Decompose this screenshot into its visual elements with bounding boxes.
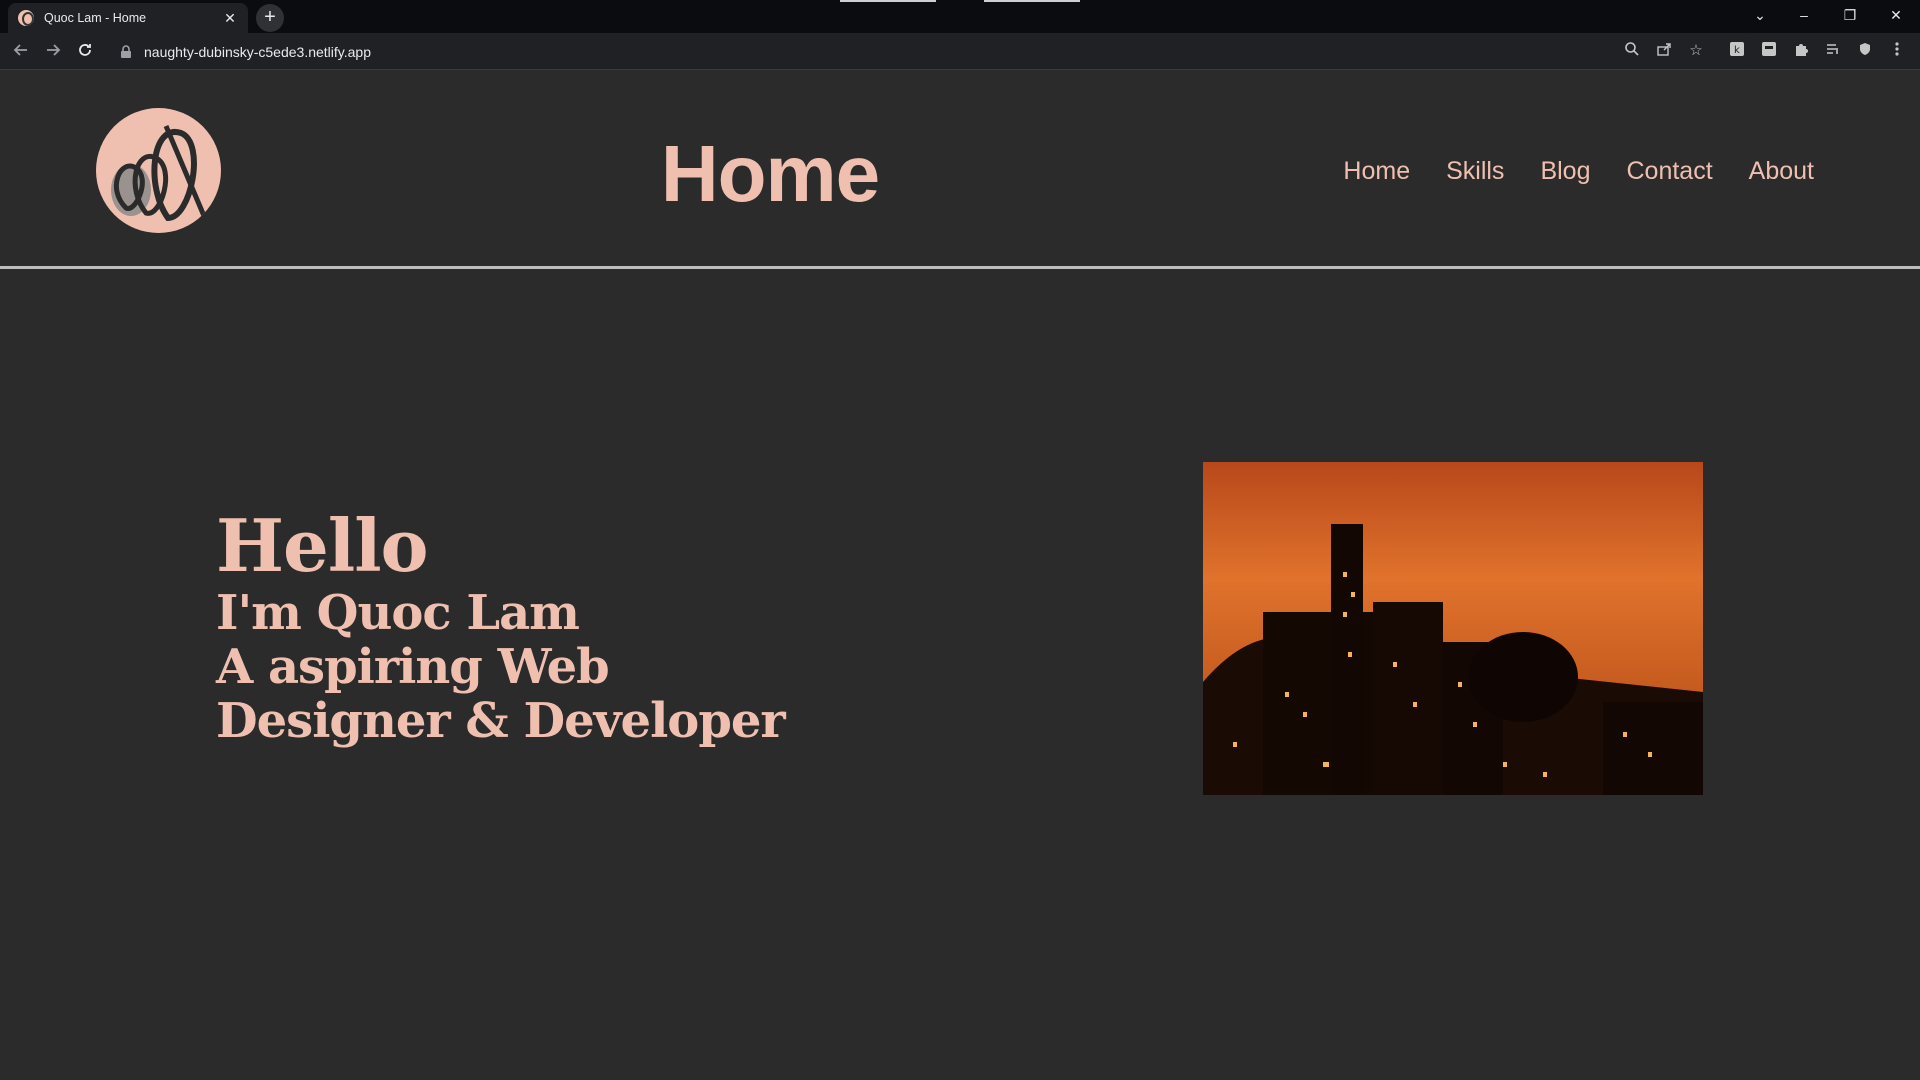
close-window-button[interactable]: ✕: [1876, 0, 1916, 30]
hero-greeting: Hello: [216, 503, 429, 588]
url-text[interactable]: naughty-dubinsky-c5ede3.netlify.app: [144, 44, 371, 60]
star-icon[interactable]: ☆: [1686, 41, 1706, 61]
nav-home[interactable]: Home: [1343, 157, 1410, 186]
svg-text:k: k: [1734, 45, 1740, 56]
browser-tab[interactable]: Quoc Lam - Home ✕: [8, 3, 248, 33]
minimize-button[interactable]: –: [1784, 0, 1824, 30]
new-tab-button[interactable]: +: [256, 4, 284, 32]
share-icon[interactable]: [1654, 41, 1674, 61]
main-nav: Home Skills Blog Contact About: [1343, 157, 1814, 186]
hero-tagline-2: Designer & Developer: [216, 693, 786, 749]
hero-name: I'm Quoc Lam: [216, 585, 580, 641]
zoom-icon[interactable]: [1622, 41, 1642, 61]
tab-search-icon[interactable]: ⌄: [1740, 0, 1780, 30]
extension-k-icon[interactable]: k: [1728, 42, 1746, 60]
hero-city-image: [1203, 462, 1703, 795]
hero-tagline-1: A aspiring Web: [216, 639, 610, 695]
extensions-puzzle-icon[interactable]: [1792, 42, 1810, 60]
nav-skills[interactable]: Skills: [1446, 157, 1504, 186]
hero-text: Hello I'm Quoc Lam A aspiring Web Design…: [216, 503, 786, 749]
nav-about[interactable]: About: [1749, 157, 1814, 186]
nav-blog[interactable]: Blog: [1540, 157, 1590, 186]
menu-icon[interactable]: [1888, 42, 1906, 60]
media-queue-icon[interactable]: [1824, 42, 1842, 60]
forward-icon[interactable]: [42, 41, 64, 63]
site-favicon-icon: [18, 10, 34, 26]
lock-icon[interactable]: [120, 44, 134, 59]
restore-button[interactable]: ❐: [1830, 0, 1870, 30]
back-icon[interactable]: [10, 41, 32, 63]
extension-icon[interactable]: [1760, 42, 1778, 60]
site-logo[interactable]: [96, 108, 221, 233]
reload-icon[interactable]: [74, 41, 96, 63]
profile-shield-icon[interactable]: [1856, 42, 1874, 60]
browser-tab-bar: Quoc Lam - Home ✕ + ⌄ – ❐ ✕: [0, 0, 1920, 33]
top-indicator: [840, 0, 1080, 2]
page-title: Home: [660, 129, 880, 218]
address-bar[interactable]: naughty-dubinsky-c5ede3.netlify.app: [108, 37, 1758, 66]
nav-contact[interactable]: Contact: [1626, 157, 1712, 186]
browser-toolbar: naughty-dubinsky-c5ede3.netlify.app ☆ k: [0, 33, 1920, 70]
header-divider: [0, 266, 1920, 269]
web-page: Home Home Skills Blog Contact About Hell…: [0, 71, 1920, 1080]
tab-title: Quoc Lam - Home: [44, 11, 147, 25]
tab-close-icon[interactable]: ✕: [222, 10, 238, 27]
